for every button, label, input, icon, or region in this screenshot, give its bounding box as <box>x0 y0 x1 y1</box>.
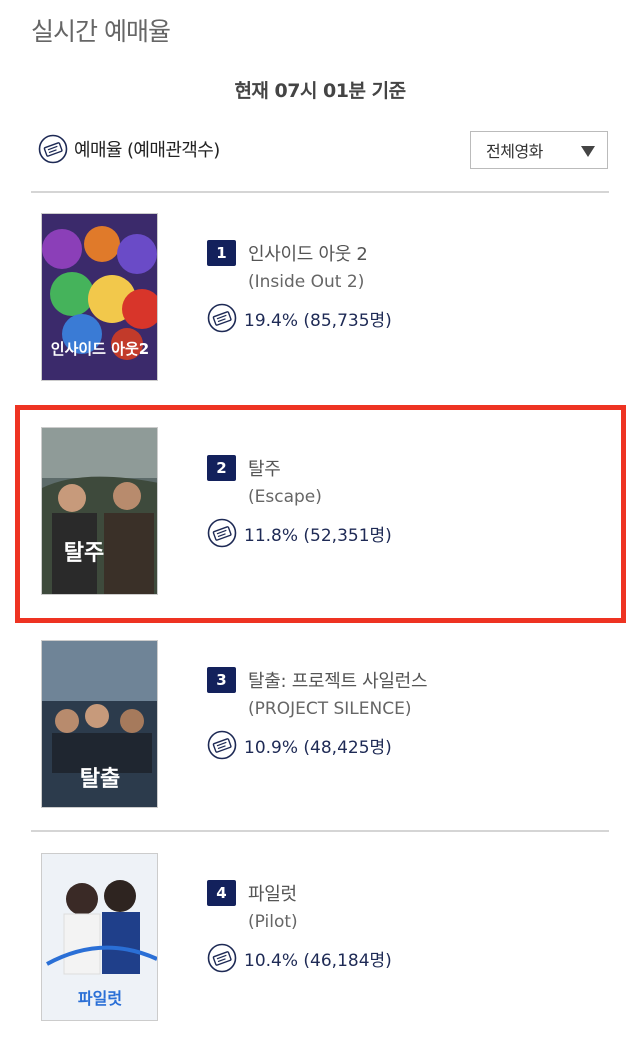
poster-image[interactable]: 탈출 <box>41 640 158 808</box>
movie-row-3[interactable]: 탈출 3 탈출: 프로젝트 사일런스 (PROJECT SILENCE) 10.… <box>31 640 609 810</box>
svg-text:파일럿: 파일럿 <box>78 989 122 1008</box>
movie-title[interactable]: 인사이드 아웃 2 <box>248 240 368 266</box>
poster-image[interactable]: 인사이드 아웃2 <box>41 213 158 381</box>
rank-badge: 1 <box>207 240 236 266</box>
select-value: 전체영화 <box>486 142 543 161</box>
booking-rate: 10.9% (48,425명) <box>244 737 392 758</box>
booking-rate: 10.4% (46,184명) <box>244 950 392 971</box>
sort-label: 예매율 (예매관객수) <box>74 140 220 161</box>
rank-badge: 4 <box>207 880 236 906</box>
movie-subtitle: (Inside Out 2) <box>248 272 365 292</box>
movie-title[interactable]: 파일럿 <box>248 880 297 906</box>
movie-row-1[interactable]: 인사이드 아웃2 1 인사이드 아웃 2 (Inside Out 2) 19.4… <box>31 213 609 383</box>
movie-subtitle: (Pilot) <box>248 912 298 932</box>
booking-rate: 19.4% (85,735명) <box>244 310 392 331</box>
page-title: 실시간 예매율 <box>31 17 171 46</box>
movie-title[interactable]: 탈출: 프로젝트 사일런스 <box>248 667 428 693</box>
movie-subtitle: (PROJECT SILENCE) <box>248 699 412 719</box>
poster-image[interactable]: 파일럿 <box>41 853 158 1021</box>
chevron-down-icon <box>581 146 595 157</box>
movie-row-4[interactable]: 파일럿 4 파일럿 (Pilot) 10.4% (46,184명) <box>31 853 609 1023</box>
svg-text:인사이드 아웃2: 인사이드 아웃2 <box>51 340 149 358</box>
rank-badge: 3 <box>207 667 236 693</box>
highlight-box <box>15 405 626 623</box>
ticket-icon <box>38 134 68 164</box>
ticket-icon <box>207 303 237 333</box>
divider <box>31 191 609 193</box>
movie-filter-select[interactable]: 전체영화 <box>470 131 608 169</box>
svg-text:탈출: 탈출 <box>80 767 120 792</box>
ticket-icon <box>207 943 237 973</box>
ticket-icon <box>207 730 237 760</box>
divider <box>31 830 609 832</box>
sort-label-row: 예매율 (예매관객수) <box>38 134 220 164</box>
timestamp: 현재 07시 01분 기준 <box>234 80 406 102</box>
